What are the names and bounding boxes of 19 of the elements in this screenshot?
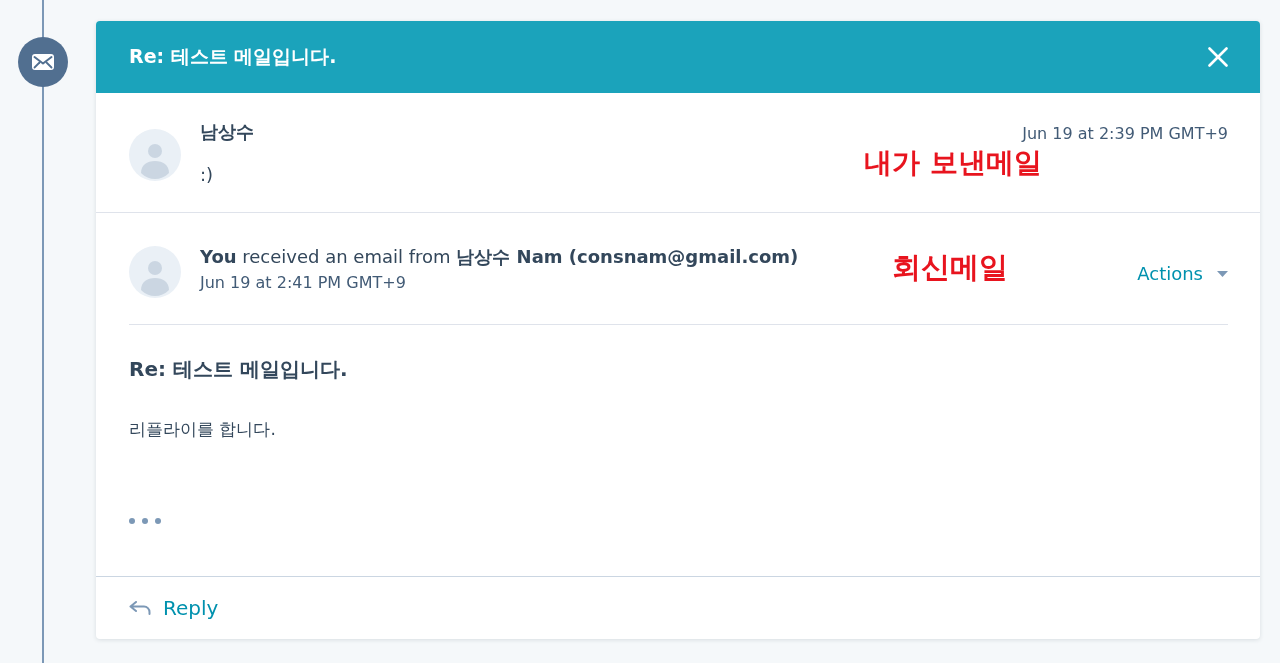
close-icon[interactable]	[1208, 47, 1228, 67]
annotation-note: 내가 보낸메일	[864, 146, 1042, 180]
reply-arrow-icon	[129, 601, 151, 615]
sender-name: 남상수	[200, 120, 254, 144]
timestamp: Jun 19 at 2:41 PM GMT+9	[200, 272, 406, 294]
email-summary: You received an email from 남상수 Nam (consnam@gmail.com)	[200, 245, 799, 269]
avatar-placeholder-icon	[129, 129, 181, 181]
avatar-placeholder-icon	[129, 246, 181, 298]
ellipsis-icon[interactable]	[129, 518, 161, 524]
email-body: 리플라이를 합니다.	[129, 418, 276, 441]
annotation-note: 회신메일	[892, 250, 1008, 284]
actions-dropdown[interactable]: Actions	[1137, 262, 1228, 286]
email-title: Re: 테스트 메일입니다.	[129, 44, 337, 69]
caret-icon	[1217, 271, 1228, 277]
reply-button[interactable]: Reply	[129, 595, 219, 621]
message-preview: :)	[200, 163, 214, 187]
email-subject: Re: 테스트 메일입니다.	[129, 356, 348, 383]
envelope-icon	[18, 37, 68, 87]
timestamp: Jun 19 at 2:39 PM GMT+9	[1022, 123, 1228, 145]
